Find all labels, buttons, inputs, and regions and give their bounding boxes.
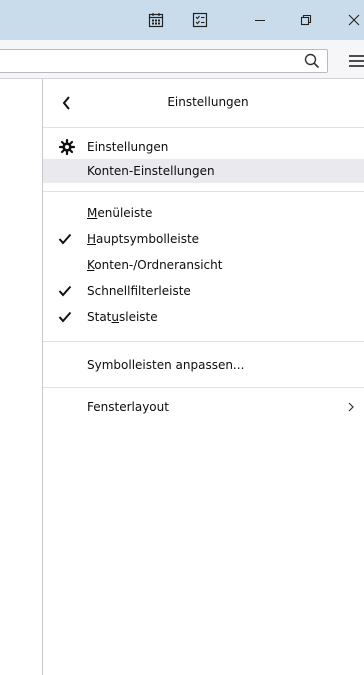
close-icon[interactable] <box>344 10 364 30</box>
menu-item-menueleiste[interactable]: Menüleiste <box>43 201 364 225</box>
menu-item-label: Fensterlayout <box>87 400 169 414</box>
menu-item-einstellungen[interactable]: Einstellungen <box>43 135 364 159</box>
menu-item-symbolleisten-anpassen[interactable]: Symbolleisten anpassen... <box>43 353 364 377</box>
settings-menu-panel: Einstellungen Einstellungen Konten-Einst… <box>42 79 364 675</box>
checkmark-icon <box>58 233 72 245</box>
menu-item-label: Hauptsymbolleiste <box>87 232 200 246</box>
menu-item-label: Schnellfilterleiste <box>87 284 191 298</box>
calendar-icon[interactable] <box>148 12 164 28</box>
menu-item-label: Konten-/Ordneransicht <box>87 258 223 272</box>
menu-item-statusleiste[interactable]: Statusleiste <box>43 305 364 329</box>
search-icon[interactable] <box>303 52 321 70</box>
menu-item-ordneransicht[interactable]: Konten-/Ordneransicht <box>43 253 364 277</box>
menu-item-hauptsymbolleiste[interactable]: Hauptsymbolleiste <box>43 227 364 251</box>
menu-item-label: Menüleiste <box>87 206 153 220</box>
menu-item-schnellfilterleiste[interactable]: Schnellfilterleiste <box>43 279 364 303</box>
title-bar <box>0 0 364 40</box>
checkmark-icon <box>58 285 72 297</box>
tasks-icon[interactable] <box>192 12 208 28</box>
chevron-right-icon <box>348 402 354 412</box>
panel-title: Einstellungen <box>167 95 249 109</box>
menu-separator <box>43 191 364 192</box>
menu-item-fensterlayout[interactable]: Fensterlayout <box>43 395 364 419</box>
hamburger-menu-icon[interactable] <box>346 53 364 69</box>
folder-pane-background <box>0 79 42 675</box>
minimize-icon[interactable] <box>250 10 270 30</box>
menu-item-konten-einstellungen[interactable]: Konten-Einstellungen <box>43 159 364 183</box>
gear-icon <box>59 139 75 155</box>
menu-item-label: Einstellungen <box>87 140 169 154</box>
panel-header: Einstellungen <box>43 79 364 128</box>
menu-item-label: Statusleiste <box>87 310 158 324</box>
menu-item-label: Konten-Einstellungen <box>87 164 215 178</box>
restore-icon[interactable] <box>296 10 316 30</box>
menu-separator <box>43 387 364 388</box>
checkmark-icon <box>58 311 72 323</box>
search-box[interactable] <box>0 49 328 73</box>
menu-item-label: Symbolleisten anpassen... <box>87 358 245 372</box>
menu-separator <box>43 341 364 342</box>
